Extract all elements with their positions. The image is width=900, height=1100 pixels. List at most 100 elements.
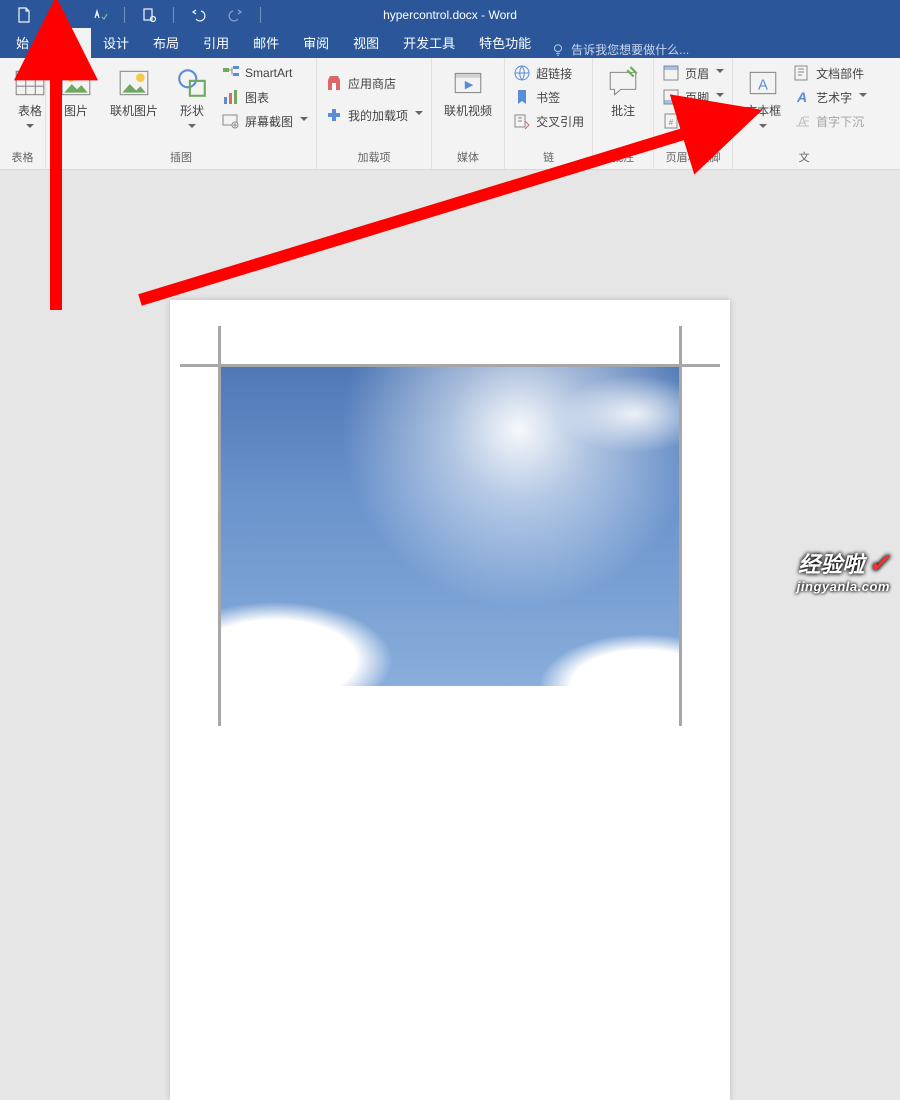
- check-icon: ✓: [868, 548, 890, 578]
- addins-icon: [325, 106, 343, 124]
- picture-button[interactable]: 图片: [54, 64, 98, 120]
- chevron-down-icon: [716, 69, 724, 77]
- parts-icon: [793, 64, 811, 82]
- pagenum-button[interactable]: # 页: [662, 112, 724, 130]
- wordart-label: 艺术字: [816, 89, 852, 106]
- wordart-button[interactable]: A 艺术字: [793, 88, 867, 106]
- tab-insert[interactable]: 插入: [41, 28, 91, 58]
- chevron-down-icon: [859, 93, 867, 101]
- hyperlink-label: 超链接: [536, 65, 572, 82]
- table-label: 表格: [18, 104, 42, 118]
- svg-text:A: A: [796, 89, 807, 105]
- comment-button[interactable]: 批注: [601, 64, 645, 120]
- video-icon: [451, 66, 485, 100]
- lightbulb-icon: [551, 43, 565, 57]
- group-label-illustrations: 插图: [46, 147, 316, 169]
- chart-label: 图表: [245, 89, 269, 106]
- table-icon: [13, 66, 47, 100]
- group-text: A 文本框 文档部件 A 艺术字 A 首字下沉 文: [733, 58, 875, 169]
- crop-guide: [679, 326, 682, 726]
- bookmark-label: 书签: [536, 89, 560, 106]
- chart-icon: [222, 88, 240, 106]
- group-label-addins: 加载项: [317, 147, 431, 169]
- separator: [173, 7, 174, 23]
- my-addins-button[interactable]: 我的加载项: [325, 106, 423, 124]
- watermark: 经验啦✓ jingyanla.com: [797, 547, 890, 594]
- tab-design[interactable]: 设计: [91, 28, 141, 58]
- tell-me-search[interactable]: 告诉我您想要做什么...: [551, 41, 689, 58]
- group-label-links: 链: [505, 147, 592, 169]
- undo-icon[interactable]: [184, 1, 212, 29]
- shapes-button[interactable]: 形状: [170, 64, 214, 134]
- header-icon: [662, 64, 680, 82]
- crop-guide: [180, 364, 720, 367]
- shapes-label: 形状: [180, 104, 204, 118]
- hyperlink-button[interactable]: 超链接: [513, 64, 584, 82]
- pagenum-label: 页: [685, 113, 697, 130]
- online-picture-label: 联机图片: [110, 104, 158, 118]
- redo-icon: [222, 1, 250, 29]
- group-label-media: 媒体: [432, 147, 504, 169]
- chevron-down-icon: [759, 124, 767, 132]
- document-canvas[interactable]: [0, 170, 900, 600]
- group-label-comments: 批注: [593, 147, 653, 169]
- tab-review[interactable]: 审阅: [291, 28, 341, 58]
- tab-mail[interactable]: 邮件: [241, 28, 291, 58]
- parts-label: 文档部件: [816, 65, 864, 82]
- header-label: 页眉: [685, 65, 709, 82]
- chevron-down-icon: [415, 111, 423, 119]
- group-tables: 表格 表格: [0, 58, 46, 169]
- crossref-label: 交叉引用: [536, 113, 584, 130]
- print-preview-icon[interactable]: [135, 1, 163, 29]
- watermark-text: 经验啦: [798, 552, 864, 577]
- bookmark-icon: [513, 88, 531, 106]
- dropcap-label: 首字下沉: [816, 113, 864, 130]
- touch-mode-icon[interactable]: [48, 1, 76, 29]
- crossref-button[interactable]: 交叉引用: [513, 112, 584, 130]
- tab-special[interactable]: 特色功能: [467, 28, 543, 58]
- chevron-down-icon: [300, 117, 308, 125]
- inserted-image[interactable]: [220, 366, 680, 686]
- separator: [124, 7, 125, 23]
- comment-icon: [606, 66, 640, 100]
- screenshot-label: 屏幕截图: [245, 113, 293, 130]
- picture-icon: [59, 66, 93, 100]
- store-button[interactable]: 应用商店: [325, 74, 423, 92]
- online-video-button[interactable]: 联机视频: [440, 64, 496, 120]
- dropcap-icon: A: [793, 112, 811, 130]
- hyperlink-icon: [513, 64, 531, 82]
- document-title: hypercontrol.docx - Word: [383, 8, 517, 22]
- chart-button[interactable]: 图表: [222, 88, 308, 106]
- screenshot-icon: [222, 112, 240, 130]
- tab-view[interactable]: 视图: [341, 28, 391, 58]
- tab-layout[interactable]: 布局: [141, 28, 191, 58]
- tab-references[interactable]: 引用: [191, 28, 241, 58]
- spelling-icon[interactable]: [86, 1, 114, 29]
- group-label-text: 文: [733, 147, 875, 169]
- group-comments: 批注 批注: [593, 58, 654, 169]
- parts-button[interactable]: 文档部件: [793, 64, 867, 82]
- page[interactable]: [170, 300, 730, 1100]
- crossref-icon: [513, 112, 531, 130]
- store-icon: [325, 74, 343, 92]
- textbox-button[interactable]: A 文本框: [741, 64, 785, 134]
- group-addins: 应用商店 我的加载项 加载项: [317, 58, 432, 169]
- chevron-down-icon: [188, 124, 196, 132]
- ribbon-tabs: 始 插入 设计 布局 引用 邮件 审阅 视图 开发工具 特色功能 告诉我您想要做…: [0, 30, 900, 58]
- watermark-url: jingyanla.com: [797, 579, 890, 594]
- screenshot-button[interactable]: 屏幕截图: [222, 112, 308, 130]
- new-doc-icon[interactable]: [10, 1, 38, 29]
- online-picture-button[interactable]: 联机图片: [106, 64, 162, 120]
- footer-button[interactable]: 页脚: [662, 88, 724, 106]
- smartart-button[interactable]: SmartArt: [222, 64, 308, 82]
- tab-home[interactable]: 始: [4, 28, 41, 58]
- store-label: 应用商店: [348, 75, 396, 92]
- bookmark-button[interactable]: 书签: [513, 88, 584, 106]
- group-media: 联机视频 媒体: [432, 58, 505, 169]
- group-links: 超链接 书签 交叉引用 链: [505, 58, 593, 169]
- my-addins-label: 我的加载项: [348, 107, 408, 124]
- tab-developer[interactable]: 开发工具: [391, 28, 467, 58]
- sky-image-content: [220, 366, 680, 686]
- footer-icon: [662, 88, 680, 106]
- header-button[interactable]: 页眉: [662, 64, 724, 82]
